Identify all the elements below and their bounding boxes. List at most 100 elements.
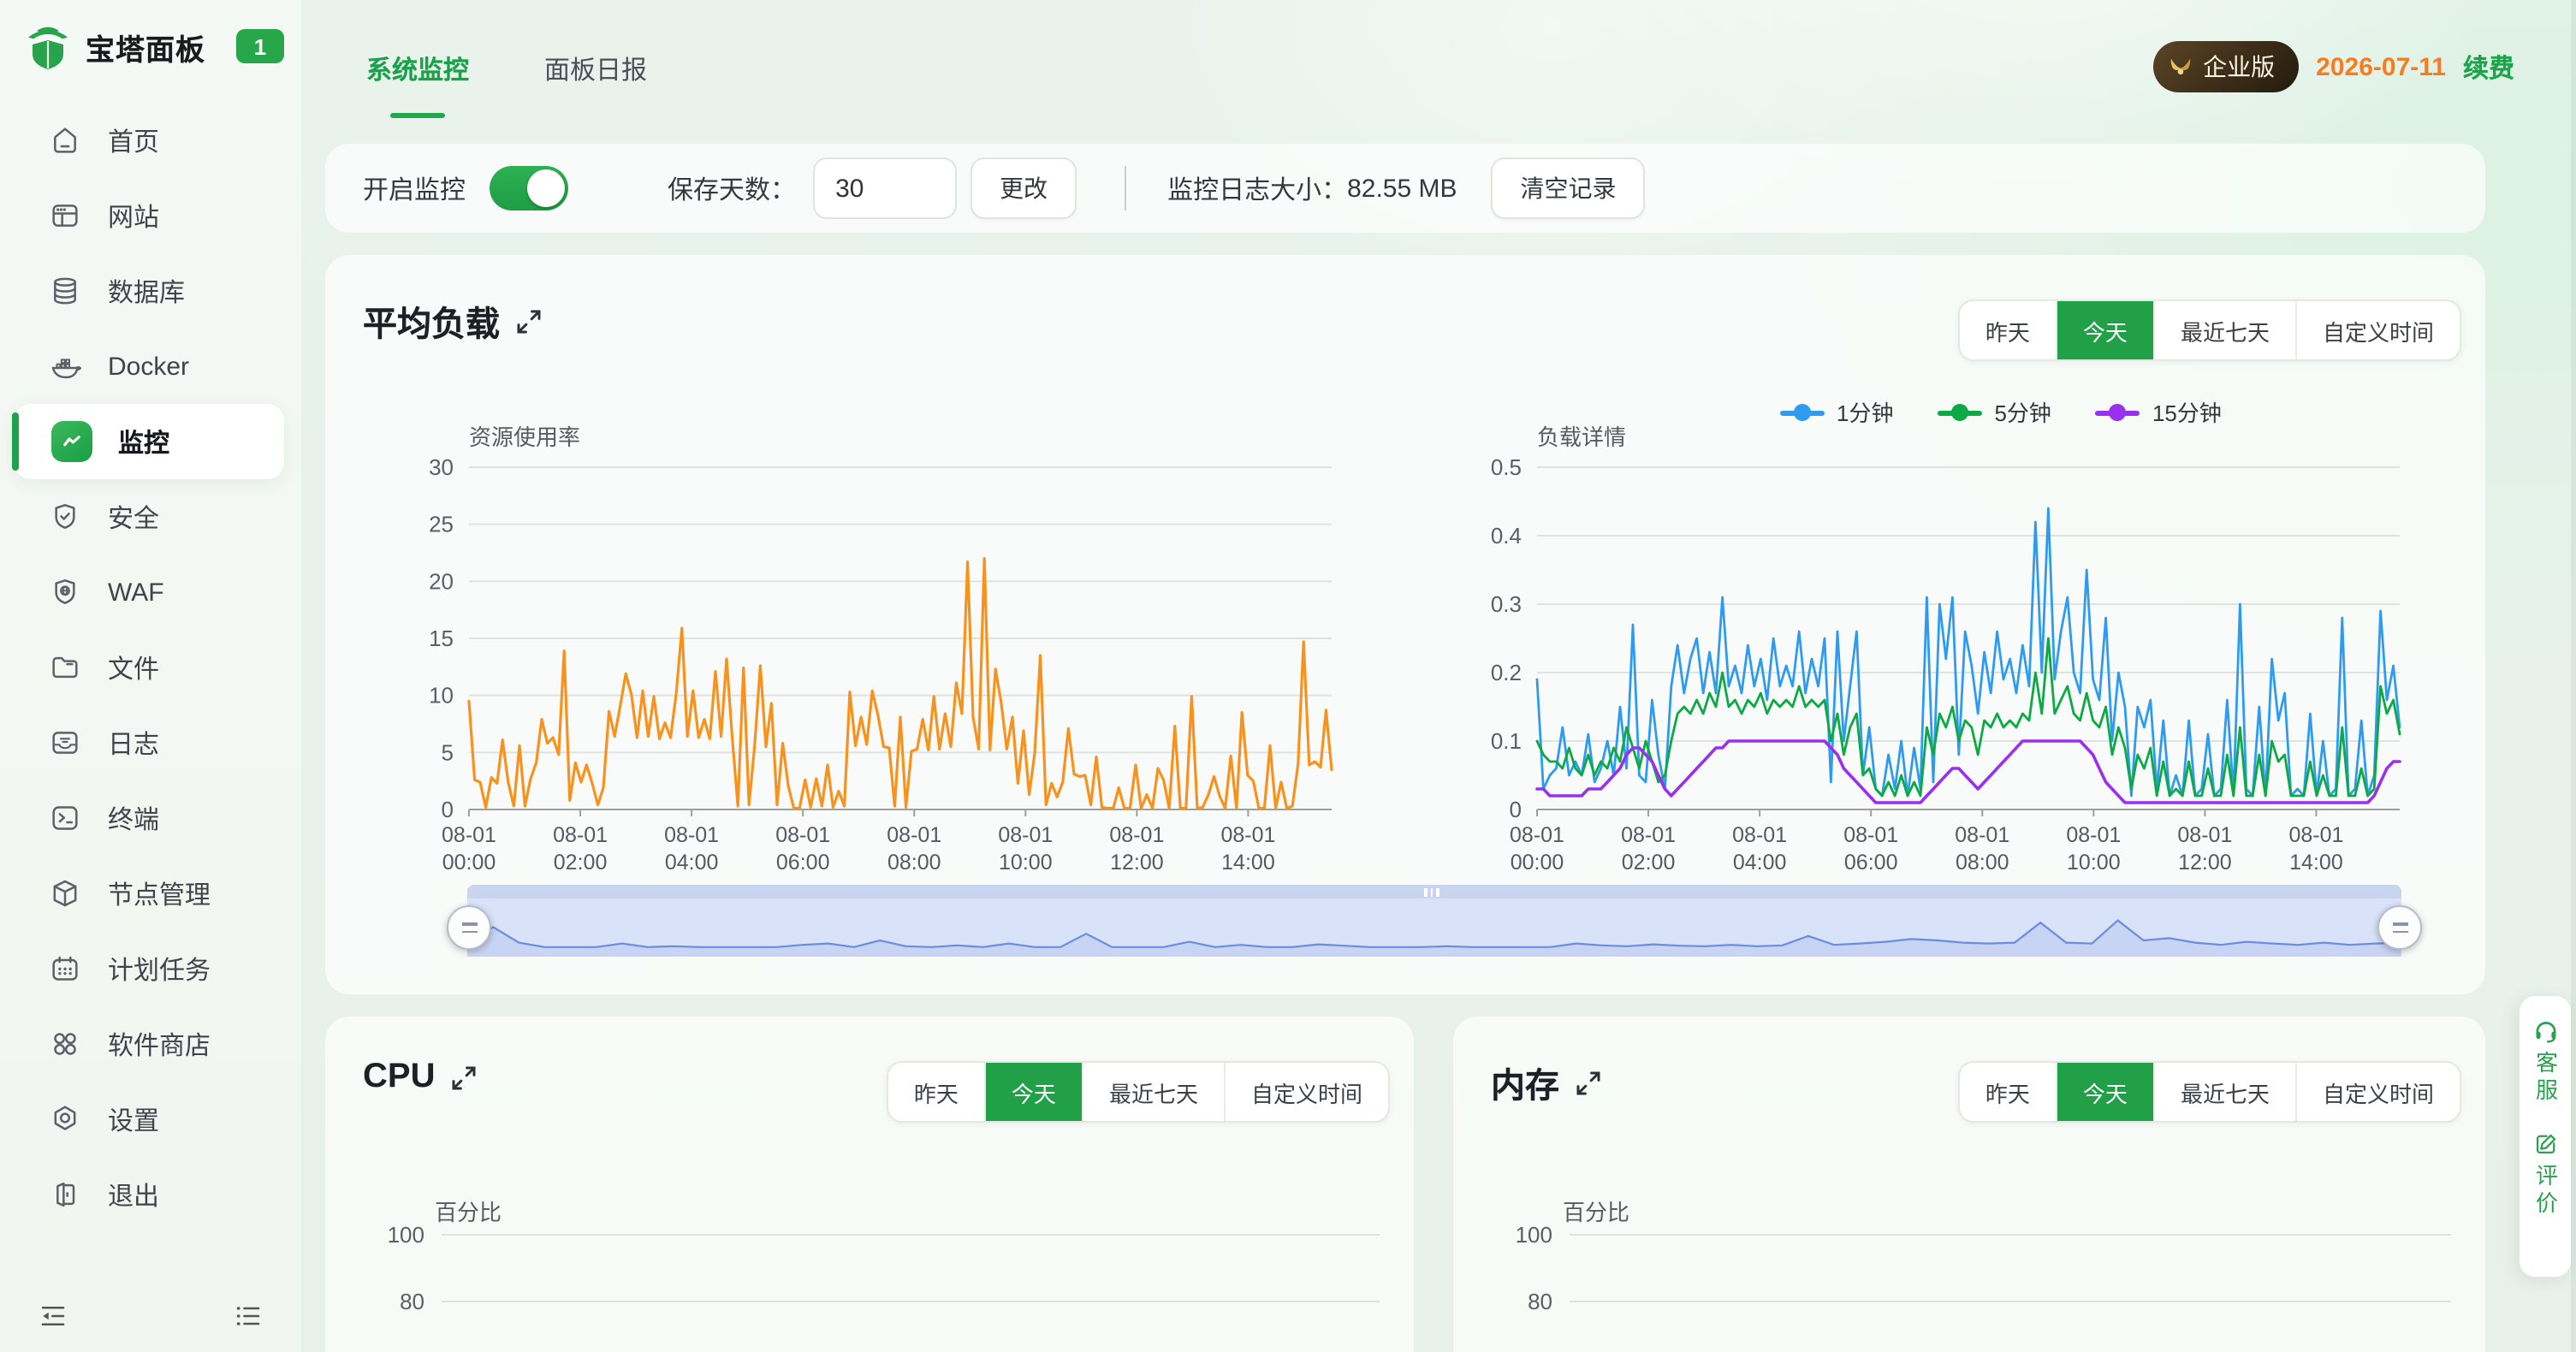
svg-text:08:00: 08:00 xyxy=(1956,851,2009,875)
expand-icon[interactable] xyxy=(1576,1070,1600,1094)
brush-grip-icon[interactable] xyxy=(1424,887,1443,896)
monitor-settings-card: 开启监控 保存天数： 更改 监控日志大小： 82.55 MB 清空记录 xyxy=(325,144,2485,233)
divider xyxy=(1125,166,1126,211)
clear-records-button[interactable]: 清空记录 xyxy=(1492,157,1646,219)
sidebar-item-label: 网站 xyxy=(108,198,159,234)
load-detail-chart[interactable]: 负载详情 00.10.20.30.40.508-0100:0008-0102:0… xyxy=(1414,419,2458,916)
sidebar-item-settings[interactable]: 设置 xyxy=(0,1082,301,1157)
sidebar-item-label: 数据库 xyxy=(108,273,185,309)
svg-text:12:00: 12:00 xyxy=(2178,851,2232,875)
svg-text:08-01: 08-01 xyxy=(2177,823,2232,847)
folder-icon xyxy=(48,650,82,685)
range-button-today[interactable]: 今天 xyxy=(2056,1063,2153,1121)
scrollbar[interactable] xyxy=(2571,0,2576,1352)
range-button-last7days[interactable]: 最近七天 xyxy=(2153,301,2295,359)
range-button-last7days[interactable]: 最近七天 xyxy=(2153,1063,2295,1121)
range-button-last7days[interactable]: 最近七天 xyxy=(1082,1063,1224,1121)
range-button-custom[interactable]: 自定义时间 xyxy=(2295,301,2460,359)
license-area: 企业版 2026-07-11 续费 xyxy=(2153,41,2514,92)
sidebar-item-terminal[interactable]: 终端 xyxy=(0,780,301,856)
tab-panel-daily[interactable]: 面板日报 xyxy=(544,51,647,87)
gridline-row: 100 xyxy=(363,1222,1380,1248)
sidebar-item-exit[interactable]: 退出 xyxy=(0,1157,301,1232)
svg-text:08-01: 08-01 xyxy=(998,823,1053,847)
notification-badge[interactable]: 1 xyxy=(236,29,284,63)
calendar-icon xyxy=(48,952,82,986)
sidebar-item-nodes[interactable]: 节点管理 xyxy=(0,856,301,931)
logo[interactable]: 宝塔面板 1 xyxy=(24,22,284,70)
sidebar-item-security[interactable]: 安全 xyxy=(0,479,301,554)
expand-icon[interactable] xyxy=(452,1065,476,1089)
sidebar-item-database[interactable]: 数据库 xyxy=(0,253,301,329)
collapse-sidebar-icon[interactable] xyxy=(38,1301,68,1331)
svg-text:0.3: 0.3 xyxy=(1491,591,1522,617)
gridline-row: 80 xyxy=(1491,1289,2451,1314)
renew-link[interactable]: 续费 xyxy=(2463,49,2514,85)
sidebar: 宝塔面板 1 首页 网站 数据库 Docker 监控 安全 WAF 文件 日志 … xyxy=(0,0,303,1352)
sidebar-item-monitor[interactable]: 监控 xyxy=(14,404,284,479)
medal-icon xyxy=(2167,53,2194,80)
sidebar-item-label: 软件商店 xyxy=(108,1026,211,1062)
range-button-yesterday[interactable]: 昨天 xyxy=(1960,1063,2056,1121)
support-float-panel: 客服 评价 xyxy=(2520,996,2571,1277)
sidebar-item-logs[interactable]: 日志 xyxy=(0,705,301,780)
brush-left-handle[interactable] xyxy=(447,905,491,950)
svg-text:08-01: 08-01 xyxy=(1843,823,1898,847)
sidebar-item-files[interactable]: 文件 xyxy=(0,630,301,705)
sidebar-item-label: 退出 xyxy=(108,1177,159,1213)
change-button[interactable]: 更改 xyxy=(970,157,1077,219)
resource-usage-chart[interactable]: 资源使用率 05101520253008-0100:0008-0102:0008… xyxy=(346,419,1390,916)
main-area: 系统监控 面板日报 企业版 2026-07-11 续费 开启监控 xyxy=(301,0,2576,1352)
sidebar-item-label: 节点管理 xyxy=(108,875,211,911)
svg-text:0: 0 xyxy=(1510,797,1522,822)
review-button[interactable]: 评价 xyxy=(2529,1130,2561,1219)
enterprise-badge[interactable]: 企业版 xyxy=(2153,41,2299,92)
range-button-custom[interactable]: 自定义时间 xyxy=(1224,1063,1388,1121)
sidebar-item-docker[interactable]: Docker xyxy=(0,329,301,404)
svg-text:00:00: 00:00 xyxy=(442,851,496,875)
svg-text:08-01: 08-01 xyxy=(887,823,941,847)
svg-text:5: 5 xyxy=(442,739,454,765)
range-button-today[interactable]: 今天 xyxy=(2056,301,2153,359)
tab-bar: 系统监控 面板日报 企业版 2026-07-11 续费 xyxy=(301,0,2576,123)
menu-list-icon[interactable] xyxy=(233,1301,264,1331)
svg-text:08-01: 08-01 xyxy=(1955,823,2009,847)
tab-system-monitor[interactable]: 系统监控 xyxy=(366,51,469,87)
svg-text:0.2: 0.2 xyxy=(1491,660,1522,685)
license-expiry-date: 2026-07-11 xyxy=(2316,52,2446,81)
sidebar-item-home[interactable]: 首页 xyxy=(0,103,301,178)
baota-panel-app: 宝塔面板 1 首页 网站 数据库 Docker 监控 安全 WAF 文件 日志 … xyxy=(0,0,2576,1352)
customer-service-button[interactable]: 客服 xyxy=(2529,1017,2561,1106)
save-days-input[interactable] xyxy=(813,157,957,219)
gridline-row: 80 xyxy=(363,1289,1380,1314)
range-button-yesterday[interactable]: 昨天 xyxy=(888,1063,984,1121)
sidebar-item-store[interactable]: 软件商店 xyxy=(0,1006,301,1082)
average-load-card: 平均负载 昨天今天最近七天自定义时间 1分钟 5分钟 15分钟 资源使用率 05… xyxy=(325,255,2485,994)
svg-text:08-01: 08-01 xyxy=(1732,823,1787,847)
logs-icon xyxy=(48,726,82,760)
svg-text:02:00: 02:00 xyxy=(554,851,608,875)
monitor-toggle[interactable] xyxy=(490,166,568,211)
brush-top-bar[interactable] xyxy=(467,885,2401,898)
svg-text:20: 20 xyxy=(429,568,454,594)
sidebar-item-site[interactable]: 网站 xyxy=(0,178,301,253)
time-brush[interactable] xyxy=(467,885,2401,960)
section-title-memory: 内存 xyxy=(1491,1058,1600,1107)
section-title-load: 平均负载 xyxy=(363,296,541,346)
svg-text:15: 15 xyxy=(429,626,454,651)
sidebar-item-cron[interactable]: 计划任务 xyxy=(0,931,301,1006)
sidebar-item-waf[interactable]: WAF xyxy=(0,554,301,630)
svg-text:14:00: 14:00 xyxy=(2289,851,2343,875)
svg-text:08-01: 08-01 xyxy=(1621,823,1676,847)
terminal-icon xyxy=(48,801,82,835)
brush-right-handle[interactable] xyxy=(2377,905,2422,950)
range-button-today[interactable]: 今天 xyxy=(984,1063,1082,1121)
svg-text:08-01: 08-01 xyxy=(2288,823,2343,847)
sidebar-item-label: 首页 xyxy=(108,122,159,158)
range-button-yesterday[interactable]: 昨天 xyxy=(1960,301,2056,359)
range-button-custom[interactable]: 自定义时间 xyxy=(2295,1063,2460,1121)
appstore-icon xyxy=(48,1027,82,1061)
cpu-card: CPU 昨天今天最近七天自定义时间 百分比 100 80 xyxy=(325,1017,1414,1352)
expand-icon[interactable] xyxy=(517,309,541,333)
brush-band[interactable] xyxy=(467,898,2401,957)
